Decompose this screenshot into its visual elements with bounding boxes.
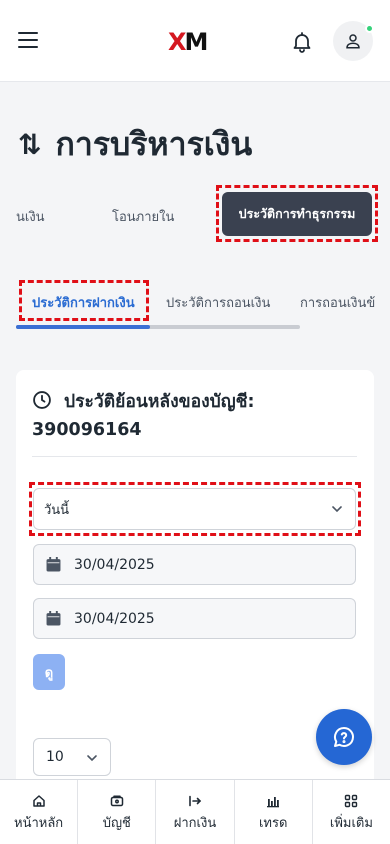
calendar-icon	[46, 611, 61, 626]
divider	[32, 456, 357, 457]
top-bar: XM	[0, 0, 390, 82]
chat-help-icon	[333, 726, 354, 747]
page-title: ⇅ การบริหารเงิน	[18, 120, 252, 168]
view-button[interactable]: ดู	[33, 654, 65, 690]
nav-item-trade[interactable]: เทรด	[235, 780, 313, 844]
nav-item-more[interactable]: เพิ่มเติม	[313, 780, 390, 844]
xm-logo[interactable]: XM	[168, 28, 209, 56]
date-from-value: 30/04/2025	[74, 556, 155, 573]
nav-label: เทรด	[258, 816, 288, 831]
nav-item-home[interactable]: หน้าหลัก	[0, 780, 79, 844]
tab-withdrawal-history[interactable]: ประวัติการถอนเงิน	[166, 292, 270, 313]
calendar-icon	[46, 557, 61, 572]
date-to-value: 30/04/2025	[74, 610, 155, 627]
online-status-dot	[365, 24, 374, 33]
bottom-navigation: หน้าหลัก บัญชี ฝากเงิน เทรด เพิ่มเติม	[0, 779, 390, 844]
active-subtab-indicator	[16, 325, 150, 329]
nav-label: เพิ่มเติม	[329, 816, 373, 831]
card-title-text: ประวัติย้อนหลังของบัญชี: 390096164	[32, 392, 255, 440]
deposit-arrow-icon	[189, 795, 202, 807]
chat-help-button[interactable]	[316, 709, 372, 765]
logo-text: M	[184, 28, 209, 56]
date-from-field[interactable]: 30/04/2025	[33, 544, 356, 585]
tab-withdrawal-other[interactable]: การถอนเงินข้	[300, 292, 375, 313]
clock-icon	[33, 391, 51, 409]
tab-deposit-history[interactable]: ประวัติการฝากเงิน	[32, 292, 135, 313]
tab-deposit[interactable]: นเงิน	[16, 206, 45, 227]
chevron-down-icon	[87, 755, 97, 762]
logo-x: X	[168, 28, 186, 56]
arrows-up-down-icon: ⇅	[18, 127, 42, 161]
nav-label: ฝากเงิน	[173, 816, 217, 831]
period-select[interactable]: วันนี้	[33, 488, 356, 530]
tab-transaction-history[interactable]: ประวัติการทำธุรกรรม	[222, 192, 372, 236]
hamburger-menu-icon[interactable]	[18, 32, 38, 50]
card-title: ประวัติย้อนหลังของบัญชี: 390096164	[32, 388, 352, 444]
nav-label: หน้าหลัก	[14, 816, 64, 831]
home-icon	[32, 795, 45, 807]
tab-internal-transfer[interactable]: โอนภายใน	[112, 206, 174, 227]
period-select-value: วันนี้	[44, 502, 70, 518]
bell-icon[interactable]	[290, 30, 314, 54]
grid-icon	[345, 794, 358, 808]
nav-item-deposit[interactable]: ฝากเงิน	[156, 780, 235, 844]
chart-icon	[267, 797, 280, 808]
wallet-icon	[110, 795, 124, 807]
user-icon	[346, 34, 360, 49]
nav-label: บัญชี	[102, 816, 131, 831]
page-title-text: การบริหารเงิน	[55, 124, 253, 163]
nav-item-account[interactable]: บัญชี	[78, 780, 157, 844]
main-tabs: นเงิน โอนภายใน ประวัติการทำธุรกรรม	[0, 186, 390, 242]
date-to-field[interactable]: 30/04/2025	[33, 598, 356, 639]
page-size-select[interactable]: 10	[33, 738, 111, 776]
history-sub-tabs: ประวัติการฝากเงิน ประวัติการถอนเงิน การถ…	[0, 282, 390, 330]
chevron-down-icon	[332, 506, 342, 513]
page-size-value: 10	[46, 749, 64, 765]
